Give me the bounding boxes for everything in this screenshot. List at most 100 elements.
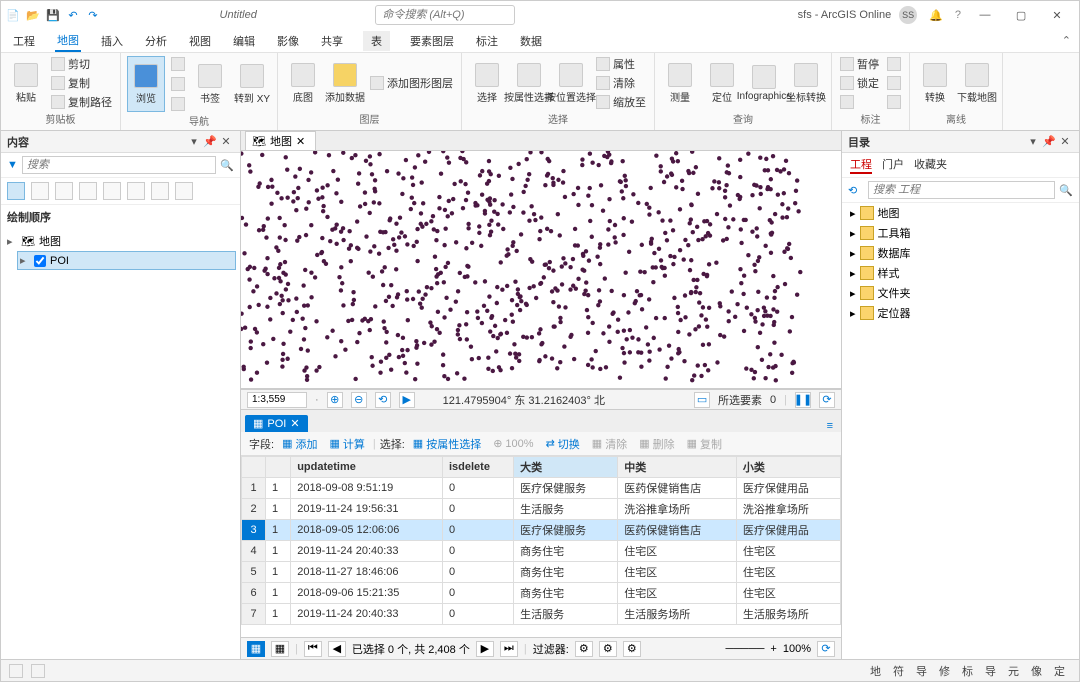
- sb-4[interactable]: ▶: [399, 392, 415, 408]
- tbl-selbyattr-button[interactable]: ▦ 按属性选择: [409, 435, 485, 453]
- goto-xy-button[interactable]: 转到 XY: [233, 56, 271, 112]
- sb-1[interactable]: ⊕: [327, 392, 343, 408]
- locate-button[interactable]: 定位: [703, 55, 741, 111]
- tab-edit[interactable]: 编辑: [231, 31, 257, 51]
- search-icon[interactable]: 🔍: [220, 159, 234, 172]
- refresh-icon[interactable]: ⟳: [819, 392, 835, 408]
- catalog-item[interactable]: ▸地图: [842, 203, 1079, 223]
- panel-close-icon[interactable]: ✕: [218, 135, 234, 148]
- contents-search-input[interactable]: [22, 156, 216, 174]
- tbl-switch-button[interactable]: ⇄ 切换: [542, 435, 584, 453]
- label-x[interactable]: [838, 93, 881, 111]
- new-project-icon[interactable]: 📄: [5, 7, 21, 23]
- bell-icon[interactable]: 🔔: [929, 9, 943, 22]
- tab-analysis[interactable]: 分析: [143, 31, 169, 51]
- table-row[interactable]: 412019-11-24 20:40:330商务住宅住宅区住宅区: [242, 541, 841, 562]
- clearsel-button[interactable]: 清除: [594, 74, 648, 92]
- filter1-icon[interactable]: ⚙: [575, 641, 593, 657]
- list-editing-icon[interactable]: [79, 182, 97, 200]
- nav-tool3[interactable]: [169, 95, 187, 113]
- pause-draw-icon[interactable]: ❚❚: [795, 392, 811, 408]
- map-tab[interactable]: 🗺地图✕: [245, 131, 316, 150]
- catalog-item[interactable]: ▸文件夹: [842, 283, 1079, 303]
- command-search-input[interactable]: [375, 5, 515, 25]
- cat-pin-icon[interactable]: 📌: [1041, 135, 1057, 148]
- cut-button[interactable]: 剪切: [49, 55, 114, 73]
- catalog-item[interactable]: ▸样式: [842, 263, 1079, 283]
- cat-back-icon[interactable]: ⟲: [848, 184, 864, 197]
- tbl-prev[interactable]: ◀: [328, 641, 346, 657]
- bookmark-button[interactable]: 书签: [191, 56, 229, 112]
- col-header[interactable]: 大类: [514, 457, 618, 478]
- cat-tab-portal[interactable]: 门户: [882, 156, 904, 174]
- table-row[interactable]: 312018-09-05 12:06:060医疗保健服务医药保健销售店医疗保健用…: [242, 520, 841, 541]
- tree-layer-poi[interactable]: ▸POI: [17, 251, 236, 270]
- table-row[interactable]: 612018-09-06 15:21:350商务住宅住宅区住宅区: [242, 583, 841, 604]
- col-header[interactable]: isdelete: [442, 457, 513, 478]
- help-icon[interactable]: ?: [955, 9, 961, 21]
- filter2-icon[interactable]: ⚙: [599, 641, 617, 657]
- zoomto-button[interactable]: 缩放至: [594, 93, 648, 111]
- tbl-refresh-icon[interactable]: ⟳: [817, 641, 835, 657]
- selbyattr-button[interactable]: 按属性选择: [510, 55, 548, 111]
- cat-options-icon[interactable]: ▾: [1025, 135, 1041, 148]
- copypath-button[interactable]: 复制路径: [49, 93, 114, 111]
- layer-visibility-checkbox[interactable]: [34, 255, 46, 267]
- tab-insert[interactable]: 插入: [99, 31, 125, 51]
- paste-button[interactable]: 粘贴: [7, 55, 45, 111]
- tree-map-node[interactable]: ▸🗺地图: [5, 231, 236, 251]
- pause-button[interactable]: 暂停: [838, 55, 881, 73]
- basemap-button[interactable]: 底图: [284, 55, 322, 111]
- select-button[interactable]: 选择: [468, 55, 506, 111]
- nav-tool1[interactable]: [169, 55, 187, 73]
- col-header[interactable]: 小类: [736, 457, 840, 478]
- filter3-icon[interactable]: ⚙: [623, 641, 641, 657]
- tab-view[interactable]: 视图: [187, 31, 213, 51]
- signin-label[interactable]: sfs - ArcGIS Online: [798, 9, 892, 21]
- nav-tool2[interactable]: [169, 75, 187, 93]
- cat-search-icon[interactable]: 🔍: [1059, 184, 1073, 197]
- infog-button[interactable]: Infographics: [745, 55, 783, 111]
- minimize-button[interactable]: —: [967, 3, 1003, 27]
- col-header[interactable]: 中类: [618, 457, 737, 478]
- sb-3[interactable]: ⟲: [375, 392, 391, 408]
- table-menu-icon[interactable]: ≡: [827, 420, 833, 432]
- list-labeling-icon[interactable]: [127, 182, 145, 200]
- tab-imagery[interactable]: 影像: [275, 31, 301, 51]
- convert-button[interactable]: 转换: [916, 55, 954, 111]
- tbl-zoom-button[interactable]: ⊕ 100%: [489, 436, 537, 451]
- catalog-search-input[interactable]: [868, 181, 1055, 199]
- label-a[interactable]: [885, 55, 903, 73]
- tbl-last[interactable]: ⏭: [500, 641, 518, 657]
- attrs-button[interactable]: 属性: [594, 55, 648, 73]
- measure-button[interactable]: 测量: [661, 55, 699, 111]
- tbl-view-sel[interactable]: ▦: [271, 641, 289, 657]
- attribute-table[interactable]: updatetimeisdelete大类中类小类112018-09-08 9:5…: [241, 456, 841, 625]
- close-button[interactable]: ✕: [1039, 3, 1075, 27]
- label-b[interactable]: [885, 74, 903, 92]
- list-drawing-order-icon[interactable]: [7, 182, 25, 200]
- scale-input[interactable]: [247, 392, 307, 408]
- tbl-view-all[interactable]: ▦: [247, 641, 265, 657]
- coordconv-button[interactable]: 坐标转换: [787, 55, 825, 111]
- addgraphic-button[interactable]: 添加图形图层: [368, 74, 455, 92]
- copy-button[interactable]: 复制: [49, 74, 114, 92]
- tbl-next[interactable]: ▶: [476, 641, 494, 657]
- list-snapping-icon[interactable]: [103, 182, 121, 200]
- panel-options-icon[interactable]: ▾: [186, 135, 202, 148]
- maximize-button[interactable]: ▢: [1003, 3, 1039, 27]
- tbl-copy-button[interactable]: ▦ 复制: [683, 435, 726, 453]
- cat-tab-fav[interactable]: 收藏夹: [914, 156, 947, 174]
- tab-map[interactable]: 地图: [55, 30, 81, 52]
- table-tab-poi[interactable]: ▦POI✕: [245, 415, 308, 432]
- col-header[interactable]: [242, 457, 266, 478]
- adddata-button[interactable]: 添加数据: [326, 55, 364, 111]
- list-ext2-icon[interactable]: [175, 182, 193, 200]
- ctx-label[interactable]: 标注: [474, 31, 500, 51]
- table-row[interactable]: 512018-11-27 18:46:060商务住宅住宅区住宅区: [242, 562, 841, 583]
- undo-icon[interactable]: ↶: [65, 7, 81, 23]
- map-view[interactable]: [241, 151, 841, 389]
- download-button[interactable]: 下载地图: [958, 55, 996, 111]
- tbl-first[interactable]: ⏮: [304, 641, 322, 657]
- tbl-delete-button[interactable]: ▦ 删除: [635, 435, 678, 453]
